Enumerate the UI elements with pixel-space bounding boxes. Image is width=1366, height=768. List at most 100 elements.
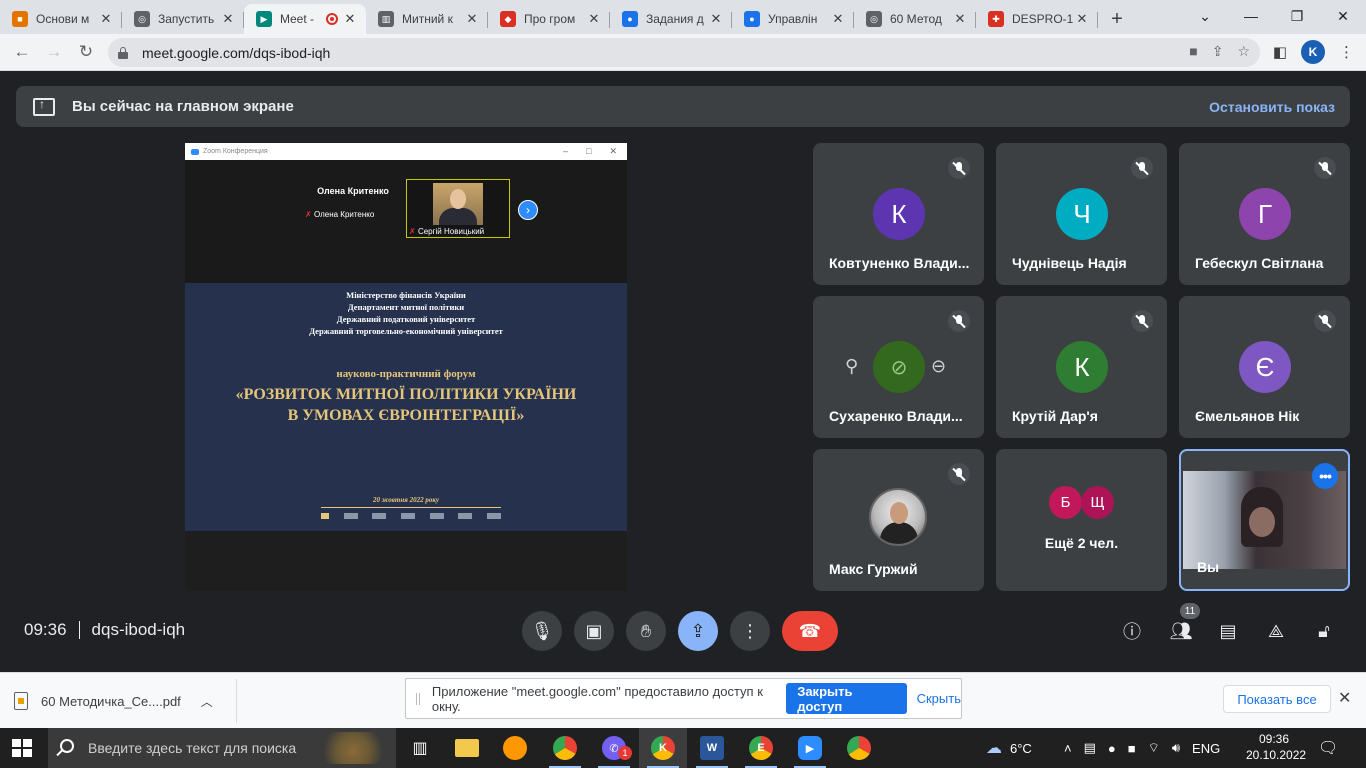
input-language[interactable]: ENG [1192, 741, 1220, 756]
minimize-window-button[interactable]: — [1228, 0, 1274, 32]
participant-tile[interactable]: Ч Чуднівець Надія [996, 143, 1167, 285]
close-tab-icon[interactable]: ✕ [830, 11, 846, 27]
browser-tab[interactable]: ✚ DESPRO-1 ✕ [976, 4, 1098, 34]
forward-arrow-icon[interactable]: → [38, 36, 70, 68]
more-participants-tile[interactable]: Б Щ Ещё 2 чел. [996, 449, 1167, 591]
viber-icon[interactable]: ✆ 1 [590, 728, 638, 768]
more-participants-text: Ещё 2 чел. [1044, 535, 1119, 551]
chevron-up-icon[interactable]: ˄ [1064, 741, 1072, 756]
close-downloads-icon[interactable]: ✕ [1338, 688, 1351, 708]
network-device-icon[interactable]: ▤ [1084, 740, 1096, 756]
address-bar[interactable]: meet.google.com/dqs-ibod-iqh ■ ⇪ ☆ [108, 38, 1260, 67]
drag-handle-icon[interactable] [416, 692, 420, 705]
notifications-icon[interactable]: 🗨︎ [1318, 728, 1338, 768]
close-tab-icon[interactable]: ✕ [464, 11, 480, 27]
chrome-icon[interactable] [835, 728, 883, 768]
chrome-menu-icon[interactable]: ⋮ [1339, 43, 1354, 61]
browser-tab[interactable]: ■ Основи м ✕ [0, 4, 122, 34]
browser-tab[interactable]: ● Задания д ✕ [610, 4, 732, 34]
meet-favicon-icon: ▶ [256, 11, 272, 27]
microphone-button[interactable]: 🎙︎ [522, 611, 562, 651]
camera-tray-icon[interactable]: ■ [1128, 741, 1136, 756]
weather-widget[interactable]: ☁ 6°C [986, 728, 1032, 768]
muted-mic-icon [1131, 157, 1153, 179]
cloud-icon: ☁ [986, 740, 1002, 757]
more-vert-icon: ⋮ [741, 620, 759, 641]
close-window-button[interactable]: ✕ [1320, 0, 1366, 32]
close-tab-icon[interactable]: ✕ [98, 11, 114, 27]
task-view-icon[interactable]: ▥ [396, 728, 444, 768]
participant-tile[interactable]: Макс Гуржий [813, 449, 984, 591]
screen-share-notice: Приложение "meet.google.com" предоставил… [405, 678, 962, 719]
close-tab-icon[interactable]: ✕ [220, 11, 236, 27]
more-options-button[interactable]: ⋮ [730, 611, 770, 651]
taskbar-search-box[interactable]: Введите здесь текст для поиска [48, 728, 396, 768]
chrome-active-window-icon[interactable]: K [639, 728, 687, 768]
file-explorer-icon[interactable] [443, 728, 491, 768]
zoom-icon[interactable]: ▶ [786, 728, 834, 768]
windows-start-icon[interactable] [12, 739, 32, 757]
camera-in-use-icon[interactable]: ■ [1189, 43, 1197, 60]
zoom-participant-thumb: Олена Критенко ✗ Олена Критенко [303, 162, 403, 221]
profile-avatar[interactable]: K [1301, 40, 1325, 64]
remove-participant-icon[interactable]: ⊖ [931, 356, 946, 377]
camera-button[interactable]: ▣ [574, 611, 614, 651]
leave-call-button[interactable]: ☎︎ [782, 611, 838, 651]
close-tab-icon[interactable]: ✕ [586, 11, 602, 27]
slide-divider [321, 507, 501, 508]
self-view-tile[interactable]: ••• Вы [1179, 449, 1350, 591]
participant-tile-hovered[interactable]: ⚲ ⊘ ⊖ Сухаренко Влади... [813, 296, 984, 438]
word-icon[interactable]: W [688, 728, 736, 768]
muted-mic-icon [948, 310, 970, 332]
share-icon[interactable]: ⇪ [1212, 43, 1224, 60]
chevron-up-icon[interactable]: ︿ [201, 693, 213, 710]
browser-tab[interactable]: ● Управлін ✕ [732, 4, 854, 34]
bookmark-star-icon[interactable]: ☆ [1237, 43, 1250, 60]
restore-window-button[interactable]: ❐ [1274, 0, 1320, 32]
show-all-downloads-button[interactable]: Показать все [1223, 685, 1331, 713]
mic-tray-icon[interactable]: ● [1108, 741, 1116, 756]
chrome-e-profile-icon[interactable]: E [737, 728, 785, 768]
volume-icon[interactable]: 🔊︎ [1172, 740, 1180, 756]
browser-tab[interactable]: ▥ Митний к ✕ [366, 4, 488, 34]
close-tab-icon[interactable]: ✕ [952, 11, 968, 27]
side-panel-icon[interactable]: ◧ [1273, 43, 1287, 61]
browser-tab-active[interactable]: ▶ Meet - ✕ [244, 4, 366, 34]
browser-tab[interactable]: ◎ 60 Метод ✕ [854, 4, 976, 34]
tab-title: DESPRO-1 [1012, 12, 1074, 26]
participant-tile[interactable]: К Крутій Дар'я [996, 296, 1167, 438]
people-icon[interactable]: 👥︎ [1168, 618, 1194, 644]
close-tab-icon[interactable]: ✕ [708, 11, 724, 27]
raise-hand-button[interactable]: ✋︎ [626, 611, 666, 651]
activities-icon[interactable]: ⟁ [1263, 618, 1289, 644]
hide-notice-link[interactable]: Скрыть [917, 691, 961, 706]
avatar: Б [1049, 486, 1082, 519]
mute-participant-icon[interactable]: ⊘ [873, 341, 925, 393]
new-tab-button[interactable]: + [1102, 4, 1132, 34]
close-tab-icon[interactable]: ✕ [342, 11, 358, 27]
participant-tile[interactable]: Є Ємельянов Нік [1179, 296, 1350, 438]
wifi-icon[interactable]: ⌔ [1148, 740, 1160, 756]
download-item[interactable]: 60 Методичка_Се....pdf ︿ [14, 683, 213, 719]
meeting-details-icon[interactable]: ⓘ [1119, 618, 1145, 644]
back-arrow-icon[interactable]: ← [6, 36, 38, 68]
more-options-icon[interactable]: ••• [1312, 463, 1338, 489]
tab-search-chevron-down-icon[interactable]: ⌄ [1182, 0, 1228, 32]
chrome-profile-icon[interactable] [541, 728, 589, 768]
pin-icon[interactable]: ⚲ [845, 356, 858, 377]
participant-tile[interactable]: Г Гебескул Світлана [1179, 143, 1350, 285]
reload-icon[interactable]: ↻ [70, 36, 102, 68]
present-now-button[interactable]: ⇪ [678, 611, 718, 651]
taskbar-clock[interactable]: 09:36 20.10.2022 [1246, 731, 1306, 763]
browser-app-icon[interactable] [491, 728, 539, 768]
stop-sharing-button[interactable]: Закрыть доступ [786, 683, 907, 714]
chat-icon[interactable]: ▤ [1215, 618, 1241, 644]
stop-presenting-button[interactable]: Остановить показ [1209, 99, 1335, 115]
close-tab-icon[interactable]: ✕ [1074, 11, 1090, 27]
participant-tile[interactable]: К Ковтуненко Влади... [813, 143, 984, 285]
browser-tab[interactable]: ◎ Запустить ✕ [122, 4, 244, 34]
forum-title-line: В УМОВАХ ЄВРОІНТЕГРАЦІЇ» [287, 407, 525, 424]
host-controls-lock-icon[interactable]: 🔓︎ [1311, 618, 1337, 644]
browser-tab[interactable]: ◆ Про гром ✕ [488, 4, 610, 34]
zoom-participant-caption: Сергій Новицький [417, 227, 485, 236]
